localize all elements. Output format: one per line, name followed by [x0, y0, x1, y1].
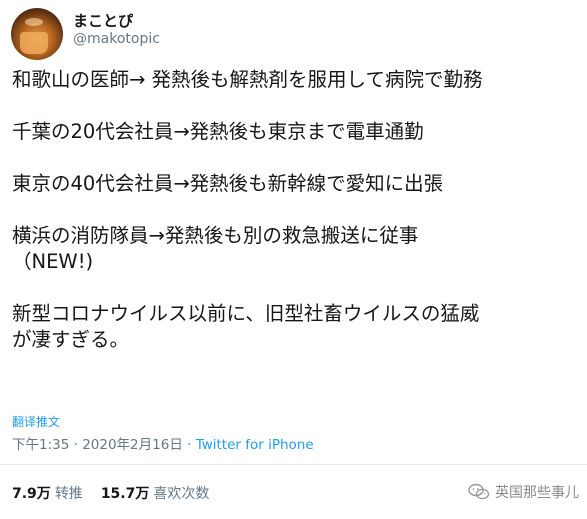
- tweet-line: 横浜の消防隊員→発熱後も別の救急搬送に従事: [12, 224, 419, 247]
- display-name[interactable]: まことぴ: [73, 10, 133, 31]
- watermark: 英国那些事儿: [468, 482, 579, 502]
- tweet-meta: 下午1:35 · 2020年2月16日 · Twitter for iPhone: [12, 433, 314, 453]
- tweet-line: [12, 197, 582, 223]
- translate-tweet-link[interactable]: 翻译推文: [12, 413, 60, 430]
- wechat-icon: [468, 483, 490, 501]
- retweets-stat[interactable]: 7.9万 转推: [12, 486, 83, 502]
- tweet-source-link[interactable]: Twitter for iPhone: [196, 437, 314, 453]
- user-handle[interactable]: @makotopic: [73, 31, 160, 47]
- tweet-line: [12, 275, 582, 301]
- tweet-text: 和歌山の医師→ 発熱後も解熱剤を服用して病院で勤務 千葉の20代会社員→発熱後も…: [12, 67, 582, 353]
- tweet-stats: 7.9万 转推 15.7万 喜欢次数: [12, 483, 209, 503]
- tweet-line: 東京の40代会社員→発熱後も新幹線で愛知に出張: [12, 172, 444, 195]
- avatar-glint: [25, 18, 43, 26]
- meta-separator: ·: [182, 437, 196, 453]
- tweet-line: 千葉の20代会社員→発熱後も東京まで電車通勤: [12, 120, 424, 143]
- retweets-count: 7.9万: [12, 486, 51, 502]
- watermark-text: 英国那些事儿: [495, 485, 579, 501]
- tweet-line: 和歌山の医師→ 発熱後も解熱剤を服用して病院で勤務: [12, 68, 483, 91]
- avatar-cup-shape: [20, 32, 48, 54]
- tweet-line: 新型コロナウイルス以前に、旧型社畜ウイルスの猛威: [12, 302, 480, 325]
- tweet-line: （NEW!): [12, 250, 94, 273]
- avatar[interactable]: [11, 8, 63, 60]
- tweet-line: が凄すぎる。: [12, 328, 130, 351]
- likes-stat[interactable]: 15.7万 喜欢次数: [101, 486, 210, 502]
- tweet-line: [12, 93, 582, 119]
- retweets-label: 转推: [54, 486, 83, 502]
- likes-label: 喜欢次数: [153, 486, 210, 502]
- tweet-line: [12, 145, 582, 171]
- tweet-timestamp[interactable]: 下午1:35 · 2020年2月16日: [12, 437, 183, 453]
- divider: [0, 464, 587, 465]
- likes-count: 15.7万: [100, 486, 150, 502]
